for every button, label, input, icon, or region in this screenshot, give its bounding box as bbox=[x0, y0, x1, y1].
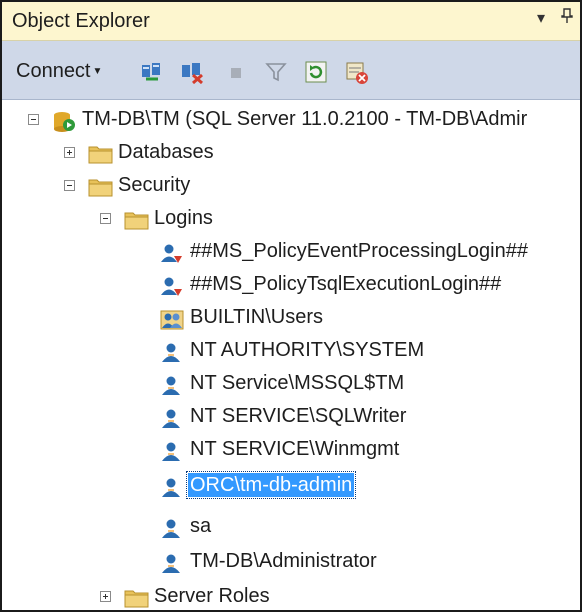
expand-toggle[interactable] bbox=[100, 591, 111, 602]
login-item-selected: ORC\tm-db-admin bbox=[2, 470, 580, 503]
stop-icon[interactable] bbox=[224, 60, 248, 84]
chevron-down-icon: ▼ bbox=[92, 66, 103, 77]
connect-button[interactable]: Connect ▼ bbox=[16, 60, 102, 83]
folder-icon bbox=[88, 143, 113, 165]
refresh-icon[interactable] bbox=[304, 60, 328, 84]
pin-icon[interactable] bbox=[560, 8, 574, 29]
login-label[interactable]: NT Service\MSSQL$TM bbox=[188, 371, 406, 395]
folder-icon bbox=[88, 176, 113, 198]
group-login-icon bbox=[160, 308, 184, 330]
login-label[interactable]: ##MS_PolicyTsqlExecutionLogin## bbox=[188, 272, 503, 296]
login-item: ##MS_PolicyEventProcessingLogin## bbox=[2, 236, 580, 269]
server-label[interactable]: TM-DB\TM (SQL Server 11.0.2100 - TM-DB\A… bbox=[80, 107, 529, 131]
login-item: NT SERVICE\SQLWriter bbox=[2, 401, 580, 434]
user-login-icon bbox=[160, 407, 184, 429]
login-item: NT SERVICE\Winmgmt bbox=[2, 434, 580, 467]
login-disabled-icon bbox=[160, 242, 184, 264]
collapse-toggle[interactable] bbox=[100, 213, 111, 224]
dropdown-arrow-icon[interactable]: ▾ bbox=[537, 8, 545, 28]
user-login-icon bbox=[160, 341, 184, 363]
login-item: NT Service\MSSQL$TM bbox=[2, 368, 580, 401]
folder-icon bbox=[124, 587, 149, 609]
tree-node-server-roles: Server Roles bbox=[2, 581, 580, 610]
login-label[interactable]: NT SERVICE\SQLWriter bbox=[188, 404, 408, 428]
server-roles-label[interactable]: Server Roles bbox=[152, 584, 272, 608]
login-label[interactable]: NT SERVICE\Winmgmt bbox=[188, 437, 401, 461]
expand-toggle[interactable] bbox=[64, 147, 75, 158]
panel-title-bar: Object Explorer ▾ bbox=[2, 2, 580, 41]
user-login-icon bbox=[160, 440, 184, 462]
panel-title: Object Explorer bbox=[12, 10, 150, 32]
login-disabled-icon bbox=[160, 275, 184, 297]
login-item: NT AUTHORITY\SYSTEM bbox=[2, 335, 580, 368]
login-item: sa bbox=[2, 511, 580, 544]
login-label[interactable]: NT AUTHORITY\SYSTEM bbox=[188, 338, 426, 362]
collapse-toggle[interactable] bbox=[64, 180, 75, 191]
server-icon bbox=[52, 110, 76, 132]
login-label[interactable]: ##MS_PolicyEventProcessingLogin## bbox=[188, 239, 530, 263]
logins-label[interactable]: Logins bbox=[152, 206, 215, 230]
explorer-toolbar: Connect ▼ bbox=[2, 41, 580, 100]
login-label[interactable]: ORC\tm-db-admin bbox=[185, 471, 357, 499]
object-tree: TM-DB\TM (SQL Server 11.0.2100 - TM-DB\A… bbox=[2, 100, 580, 610]
login-item: ##MS_PolicyTsqlExecutionLogin## bbox=[2, 269, 580, 302]
databases-label[interactable]: Databases bbox=[116, 140, 216, 164]
login-label[interactable]: sa bbox=[188, 514, 213, 538]
login-item: TM-DB\Administrator bbox=[2, 546, 580, 579]
collapse-toggle[interactable] bbox=[28, 114, 39, 125]
tree-node-logins: Logins bbox=[2, 203, 580, 236]
filter-icon[interactable] bbox=[264, 60, 288, 84]
tree-node-security: Security bbox=[2, 170, 580, 203]
disconnect-icon[interactable] bbox=[180, 60, 204, 85]
user-login-icon bbox=[160, 517, 184, 539]
user-login-icon bbox=[160, 374, 184, 396]
user-login-icon bbox=[160, 476, 184, 498]
login-item: BUILTIN\Users bbox=[2, 302, 580, 335]
tree-node-databases: Databases bbox=[2, 137, 580, 170]
folder-icon bbox=[124, 209, 149, 231]
tree-node-server: TM-DB\TM (SQL Server 11.0.2100 - TM-DB\A… bbox=[2, 104, 580, 137]
connect-icon[interactable] bbox=[140, 60, 164, 84]
object-explorer-panel: Object Explorer ▾ Connect ▼ TM-DB\TM (SQ… bbox=[0, 0, 582, 612]
connect-label: Connect bbox=[16, 60, 91, 82]
activity-monitor-icon[interactable] bbox=[344, 60, 368, 84]
security-label[interactable]: Security bbox=[116, 173, 192, 197]
user-login-icon bbox=[160, 552, 184, 574]
login-label[interactable]: TM-DB\Administrator bbox=[188, 549, 379, 573]
login-label[interactable]: BUILTIN\Users bbox=[188, 305, 325, 329]
